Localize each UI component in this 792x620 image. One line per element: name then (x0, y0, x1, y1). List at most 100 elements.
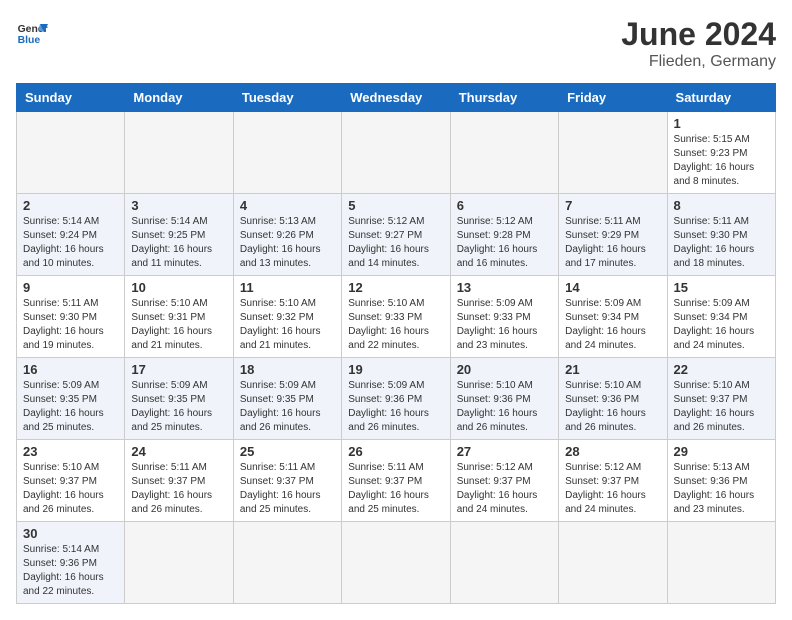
day-number: 23 (23, 444, 118, 459)
day-info: Sunrise: 5:14 AM Sunset: 9:24 PM Dayligh… (23, 215, 118, 271)
day-info: Sunrise: 5:11 AM Sunset: 9:37 PM Dayligh… (348, 461, 443, 517)
day-info: Sunrise: 5:14 AM Sunset: 9:36 PM Dayligh… (23, 543, 118, 599)
sunset-text: Sunset: 9:29 PM (565, 230, 639, 241)
sunset-text: Sunset: 9:35 PM (131, 394, 205, 405)
sunrise-text: Sunrise: 5:14 AM (131, 216, 207, 227)
logo-icon: General Blue (16, 16, 48, 48)
day-number: 29 (674, 444, 769, 459)
daylight-text: Daylight: 16 hours and 26 minutes. (23, 490, 104, 515)
sunrise-text: Sunrise: 5:12 AM (457, 216, 533, 227)
calendar-cell: 28 Sunrise: 5:12 AM Sunset: 9:37 PM Dayl… (559, 440, 667, 522)
calendar-cell (667, 522, 775, 604)
sunrise-text: Sunrise: 5:11 AM (23, 298, 98, 309)
day-info: Sunrise: 5:14 AM Sunset: 9:25 PM Dayligh… (131, 215, 226, 271)
calendar-cell: 17 Sunrise: 5:09 AM Sunset: 9:35 PM Dayl… (125, 358, 233, 440)
sunrise-text: Sunrise: 5:10 AM (23, 462, 99, 473)
calendar-cell: 11 Sunrise: 5:10 AM Sunset: 9:32 PM Dayl… (233, 276, 341, 358)
calendar-cell: 26 Sunrise: 5:11 AM Sunset: 9:37 PM Dayl… (342, 440, 450, 522)
weekday-header-sunday: Sunday (17, 84, 125, 112)
sunset-text: Sunset: 9:34 PM (565, 312, 639, 323)
day-number: 7 (565, 198, 660, 213)
day-info: Sunrise: 5:12 AM Sunset: 9:28 PM Dayligh… (457, 215, 552, 271)
day-number: 28 (565, 444, 660, 459)
day-number: 8 (674, 198, 769, 213)
daylight-text: Daylight: 16 hours and 22 minutes. (348, 326, 429, 351)
calendar-cell (17, 112, 125, 194)
calendar-cell: 22 Sunrise: 5:10 AM Sunset: 9:37 PM Dayl… (667, 358, 775, 440)
calendar-cell: 20 Sunrise: 5:10 AM Sunset: 9:36 PM Dayl… (450, 358, 558, 440)
day-number: 25 (240, 444, 335, 459)
calendar-week-row: 2 Sunrise: 5:14 AM Sunset: 9:24 PM Dayli… (17, 194, 776, 276)
sunrise-text: Sunrise: 5:10 AM (131, 298, 207, 309)
weekday-header-thursday: Thursday (450, 84, 558, 112)
day-number: 14 (565, 280, 660, 295)
calendar-cell: 5 Sunrise: 5:12 AM Sunset: 9:27 PM Dayli… (342, 194, 450, 276)
sunset-text: Sunset: 9:36 PM (565, 394, 639, 405)
daylight-text: Daylight: 16 hours and 10 minutes. (23, 244, 104, 269)
sunrise-text: Sunrise: 5:13 AM (240, 216, 316, 227)
day-info: Sunrise: 5:10 AM Sunset: 9:37 PM Dayligh… (674, 379, 769, 435)
calendar-cell: 12 Sunrise: 5:10 AM Sunset: 9:33 PM Dayl… (342, 276, 450, 358)
day-number: 1 (674, 116, 769, 131)
calendar-cell: 25 Sunrise: 5:11 AM Sunset: 9:37 PM Dayl… (233, 440, 341, 522)
sunrise-text: Sunrise: 5:09 AM (348, 380, 424, 391)
day-info: Sunrise: 5:10 AM Sunset: 9:32 PM Dayligh… (240, 297, 335, 353)
daylight-text: Daylight: 16 hours and 24 minutes. (565, 326, 646, 351)
day-number: 17 (131, 362, 226, 377)
daylight-text: Daylight: 16 hours and 17 minutes. (565, 244, 646, 269)
day-info: Sunrise: 5:10 AM Sunset: 9:37 PM Dayligh… (23, 461, 118, 517)
day-info: Sunrise: 5:11 AM Sunset: 9:29 PM Dayligh… (565, 215, 660, 271)
sunrise-text: Sunrise: 5:14 AM (23, 544, 99, 555)
calendar-week-row: 30 Sunrise: 5:14 AM Sunset: 9:36 PM Dayl… (17, 522, 776, 604)
day-info: Sunrise: 5:09 AM Sunset: 9:34 PM Dayligh… (565, 297, 660, 353)
calendar-cell (559, 522, 667, 604)
calendar-cell: 9 Sunrise: 5:11 AM Sunset: 9:30 PM Dayli… (17, 276, 125, 358)
calendar-cell (342, 112, 450, 194)
sunset-text: Sunset: 9:33 PM (457, 312, 531, 323)
weekday-header-row: SundayMondayTuesdayWednesdayThursdayFrid… (17, 84, 776, 112)
sunrise-text: Sunrise: 5:11 AM (565, 216, 640, 227)
sunrise-text: Sunrise: 5:09 AM (674, 298, 750, 309)
day-info: Sunrise: 5:12 AM Sunset: 9:37 PM Dayligh… (457, 461, 552, 517)
sunrise-text: Sunrise: 5:11 AM (131, 462, 206, 473)
location-subtitle: Flieden, Germany (621, 53, 776, 71)
day-number: 21 (565, 362, 660, 377)
daylight-text: Daylight: 16 hours and 26 minutes. (240, 408, 321, 433)
day-number: 4 (240, 198, 335, 213)
calendar-cell: 19 Sunrise: 5:09 AM Sunset: 9:36 PM Dayl… (342, 358, 450, 440)
day-info: Sunrise: 5:09 AM Sunset: 9:35 PM Dayligh… (23, 379, 118, 435)
calendar-cell: 15 Sunrise: 5:09 AM Sunset: 9:34 PM Dayl… (667, 276, 775, 358)
weekday-header-tuesday: Tuesday (233, 84, 341, 112)
daylight-text: Daylight: 16 hours and 26 minutes. (674, 408, 755, 433)
calendar-cell: 14 Sunrise: 5:09 AM Sunset: 9:34 PM Dayl… (559, 276, 667, 358)
day-info: Sunrise: 5:09 AM Sunset: 9:34 PM Dayligh… (674, 297, 769, 353)
calendar-cell: 7 Sunrise: 5:11 AM Sunset: 9:29 PM Dayli… (559, 194, 667, 276)
calendar-table: SundayMondayTuesdayWednesdayThursdayFrid… (16, 83, 776, 604)
day-info: Sunrise: 5:09 AM Sunset: 9:35 PM Dayligh… (131, 379, 226, 435)
calendar-cell: 6 Sunrise: 5:12 AM Sunset: 9:28 PM Dayli… (450, 194, 558, 276)
daylight-text: Daylight: 16 hours and 21 minutes. (131, 326, 212, 351)
sunrise-text: Sunrise: 5:15 AM (674, 134, 750, 145)
day-info: Sunrise: 5:15 AM Sunset: 9:23 PM Dayligh… (674, 133, 769, 189)
day-info: Sunrise: 5:09 AM Sunset: 9:33 PM Dayligh… (457, 297, 552, 353)
calendar-cell: 24 Sunrise: 5:11 AM Sunset: 9:37 PM Dayl… (125, 440, 233, 522)
sunrise-text: Sunrise: 5:11 AM (348, 462, 423, 473)
sunset-text: Sunset: 9:32 PM (240, 312, 314, 323)
day-info: Sunrise: 5:10 AM Sunset: 9:33 PM Dayligh… (348, 297, 443, 353)
day-info: Sunrise: 5:10 AM Sunset: 9:36 PM Dayligh… (565, 379, 660, 435)
calendar-week-row: 16 Sunrise: 5:09 AM Sunset: 9:35 PM Dayl… (17, 358, 776, 440)
sunset-text: Sunset: 9:37 PM (240, 476, 314, 487)
daylight-text: Daylight: 16 hours and 25 minutes. (348, 490, 429, 515)
daylight-text: Daylight: 16 hours and 23 minutes. (674, 490, 755, 515)
daylight-text: Daylight: 16 hours and 26 minutes. (348, 408, 429, 433)
sunrise-text: Sunrise: 5:11 AM (240, 462, 315, 473)
day-info: Sunrise: 5:09 AM Sunset: 9:35 PM Dayligh… (240, 379, 335, 435)
day-info: Sunrise: 5:11 AM Sunset: 9:30 PM Dayligh… (23, 297, 118, 353)
daylight-text: Daylight: 16 hours and 25 minutes. (240, 490, 321, 515)
sunset-text: Sunset: 9:26 PM (240, 230, 314, 241)
daylight-text: Daylight: 16 hours and 24 minutes. (565, 490, 646, 515)
day-info: Sunrise: 5:10 AM Sunset: 9:31 PM Dayligh… (131, 297, 226, 353)
day-number: 19 (348, 362, 443, 377)
sunset-text: Sunset: 9:27 PM (348, 230, 422, 241)
day-number: 11 (240, 280, 335, 295)
